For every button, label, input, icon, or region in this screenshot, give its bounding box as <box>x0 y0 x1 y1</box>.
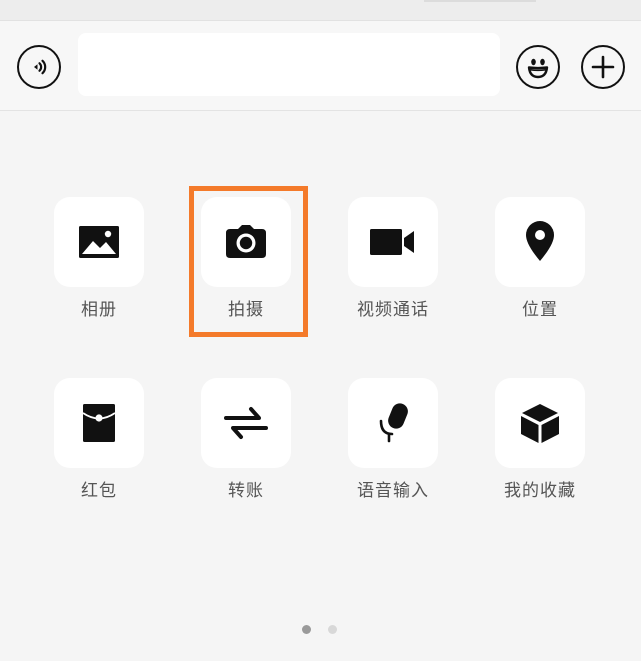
action-label: 视频通话 <box>357 300 429 320</box>
action-label: 语音输入 <box>357 481 429 501</box>
red-envelope-button[interactable] <box>54 378 144 468</box>
red-envelope-icon <box>82 404 116 442</box>
action-label: 拍摄 <box>228 300 264 320</box>
transfer-button[interactable] <box>201 378 291 468</box>
action-label: 位置 <box>522 300 558 320</box>
action-label: 转账 <box>228 481 264 501</box>
message-input[interactable] <box>78 33 500 96</box>
photo-album-icon <box>79 226 119 258</box>
top-strip <box>0 0 641 21</box>
camera-icon <box>226 225 266 258</box>
favorites-button[interactable] <box>495 378 585 468</box>
action-tile-photo-album[interactable]: 相册 <box>54 197 144 320</box>
more-functions-button[interactable] <box>581 45 625 89</box>
action-tile-camera[interactable]: 拍摄 <box>201 197 291 320</box>
smiley-icon <box>527 58 549 79</box>
action-label: 相册 <box>81 300 117 320</box>
location-button[interactable] <box>495 197 585 287</box>
action-label: 红包 <box>81 481 117 501</box>
action-label: 我的收藏 <box>504 481 576 501</box>
location-pin-icon <box>526 221 554 261</box>
photo-album-button[interactable] <box>54 197 144 287</box>
video-camera-icon <box>370 229 414 255</box>
action-tile-voice-input[interactable]: 语音输入 <box>348 378 438 501</box>
camera-button[interactable] <box>201 197 291 287</box>
page-indicator <box>0 625 641 637</box>
page-dot-inactive[interactable] <box>328 625 337 634</box>
plus-icon <box>591 55 615 79</box>
top-strip-handle <box>424 0 536 2</box>
page-dot-active[interactable] <box>302 625 311 634</box>
microphone-icon <box>379 403 408 443</box>
action-tile-transfer[interactable]: 转账 <box>201 378 291 501</box>
voice-input-button[interactable] <box>17 45 61 89</box>
emoji-button[interactable] <box>516 45 560 89</box>
action-tile-video-call[interactable]: 视频通话 <box>348 197 438 320</box>
transfer-arrows-icon <box>224 407 268 439</box>
chat-extension-panel-screen: 相册 拍摄 视频通话 位置 红包 转账 语音输入 我的收藏 <box>0 0 641 661</box>
action-tile-location[interactable]: 位置 <box>495 197 585 320</box>
voice-input-action-button[interactable] <box>348 378 438 468</box>
favorites-cube-icon <box>521 404 559 443</box>
action-tile-red-envelope[interactable]: 红包 <box>54 378 144 501</box>
video-call-button[interactable] <box>348 197 438 287</box>
action-tile-favorites[interactable]: 我的收藏 <box>495 378 585 501</box>
voice-wave-icon <box>34 59 47 75</box>
